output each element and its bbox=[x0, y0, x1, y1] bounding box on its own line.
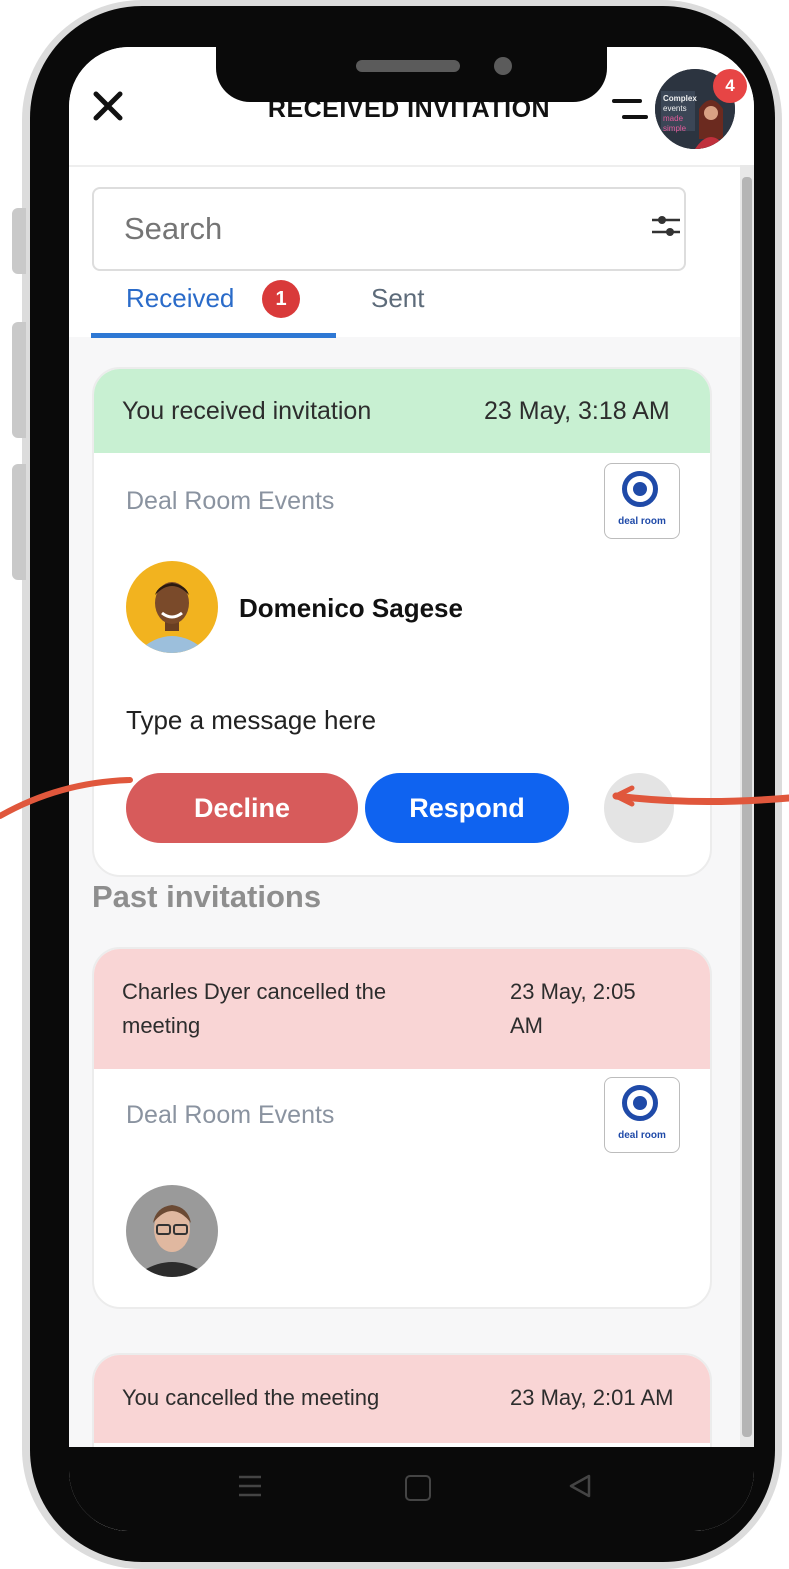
front-camera bbox=[494, 57, 512, 75]
phone-side-button bbox=[12, 208, 26, 274]
svg-text:events: events bbox=[663, 104, 687, 113]
invitation-status-bar: You cancelled the meeting 23 May, 2:01 A… bbox=[94, 1355, 710, 1443]
search-input[interactable] bbox=[124, 211, 584, 247]
person-avatar[interactable] bbox=[126, 561, 218, 653]
svg-text:simple: simple bbox=[663, 124, 687, 133]
person-avatar[interactable] bbox=[126, 1185, 218, 1277]
notification-badge: 4 bbox=[713, 69, 747, 103]
date-line1: 23 May, 2:05 bbox=[510, 979, 636, 1004]
invitation-date: 23 May, 3:18 AM bbox=[484, 397, 670, 425]
menu-icon[interactable] bbox=[612, 97, 648, 121]
recent-apps-icon[interactable] bbox=[237, 1473, 263, 1499]
tab-received[interactable]: Received bbox=[126, 283, 234, 314]
logo-text: deal room bbox=[618, 516, 666, 527]
logo-text: deal room bbox=[618, 1130, 666, 1141]
back-icon[interactable] bbox=[567, 1473, 593, 1499]
speaker-grille bbox=[356, 60, 460, 72]
system-nav-bar bbox=[69, 1447, 754, 1531]
invitation-status-text: You cancelled the meeting bbox=[122, 1385, 380, 1410]
date-line2: AM bbox=[510, 1013, 543, 1038]
search-and-tabs: Received 1 Sent bbox=[69, 167, 740, 338]
invitation-date: 23 May, 2:01 AM bbox=[510, 1385, 674, 1410]
annotation-arrow-left bbox=[0, 777, 133, 819]
phone-notch bbox=[216, 40, 607, 102]
person-name: Domenico Sagese bbox=[239, 593, 463, 623]
logo-dot bbox=[633, 1096, 647, 1110]
invitation-status-bar: You received invitation 23 May, 3:18 AM bbox=[94, 369, 710, 453]
past-invitations-heading: Past invitations bbox=[92, 879, 322, 914]
status-text-line1: Charles Dyer cancelled the bbox=[122, 979, 387, 1004]
message-input[interactable]: Type a message here bbox=[126, 705, 376, 736]
invitation-status-bar: Charles Dyer cancelled the meeting 23 Ma… bbox=[94, 949, 710, 1069]
deal-room-logo: deal room bbox=[604, 463, 680, 539]
filter-icon[interactable] bbox=[650, 211, 682, 241]
phone-side-button bbox=[12, 322, 26, 438]
respond-button[interactable]: Respond bbox=[365, 773, 569, 843]
home-icon[interactable] bbox=[405, 1475, 431, 1501]
deal-room-logo: deal room bbox=[604, 1077, 680, 1153]
phone-side-button bbox=[12, 464, 26, 580]
tab-sent[interactable]: Sent bbox=[371, 283, 425, 314]
organization-name: Deal Room Events bbox=[126, 487, 335, 515]
logo-dot bbox=[633, 482, 647, 496]
tab-received-badge: 1 bbox=[262, 280, 300, 318]
organization-name: Deal Room Events bbox=[126, 1101, 335, 1129]
svg-text:made: made bbox=[663, 114, 684, 123]
decline-button[interactable]: Decline bbox=[126, 773, 358, 843]
invitation-status-text: You received invitation bbox=[122, 397, 372, 425]
annotation-arrow-right bbox=[612, 785, 789, 807]
search-box bbox=[92, 187, 686, 271]
past-invitation-card: Charles Dyer cancelled the meeting 23 Ma… bbox=[92, 947, 712, 1309]
svg-text:Complex: Complex bbox=[663, 94, 697, 103]
close-icon[interactable] bbox=[91, 89, 125, 123]
status-text-line2: meeting bbox=[122, 1013, 201, 1038]
active-tab-indicator bbox=[91, 333, 336, 338]
